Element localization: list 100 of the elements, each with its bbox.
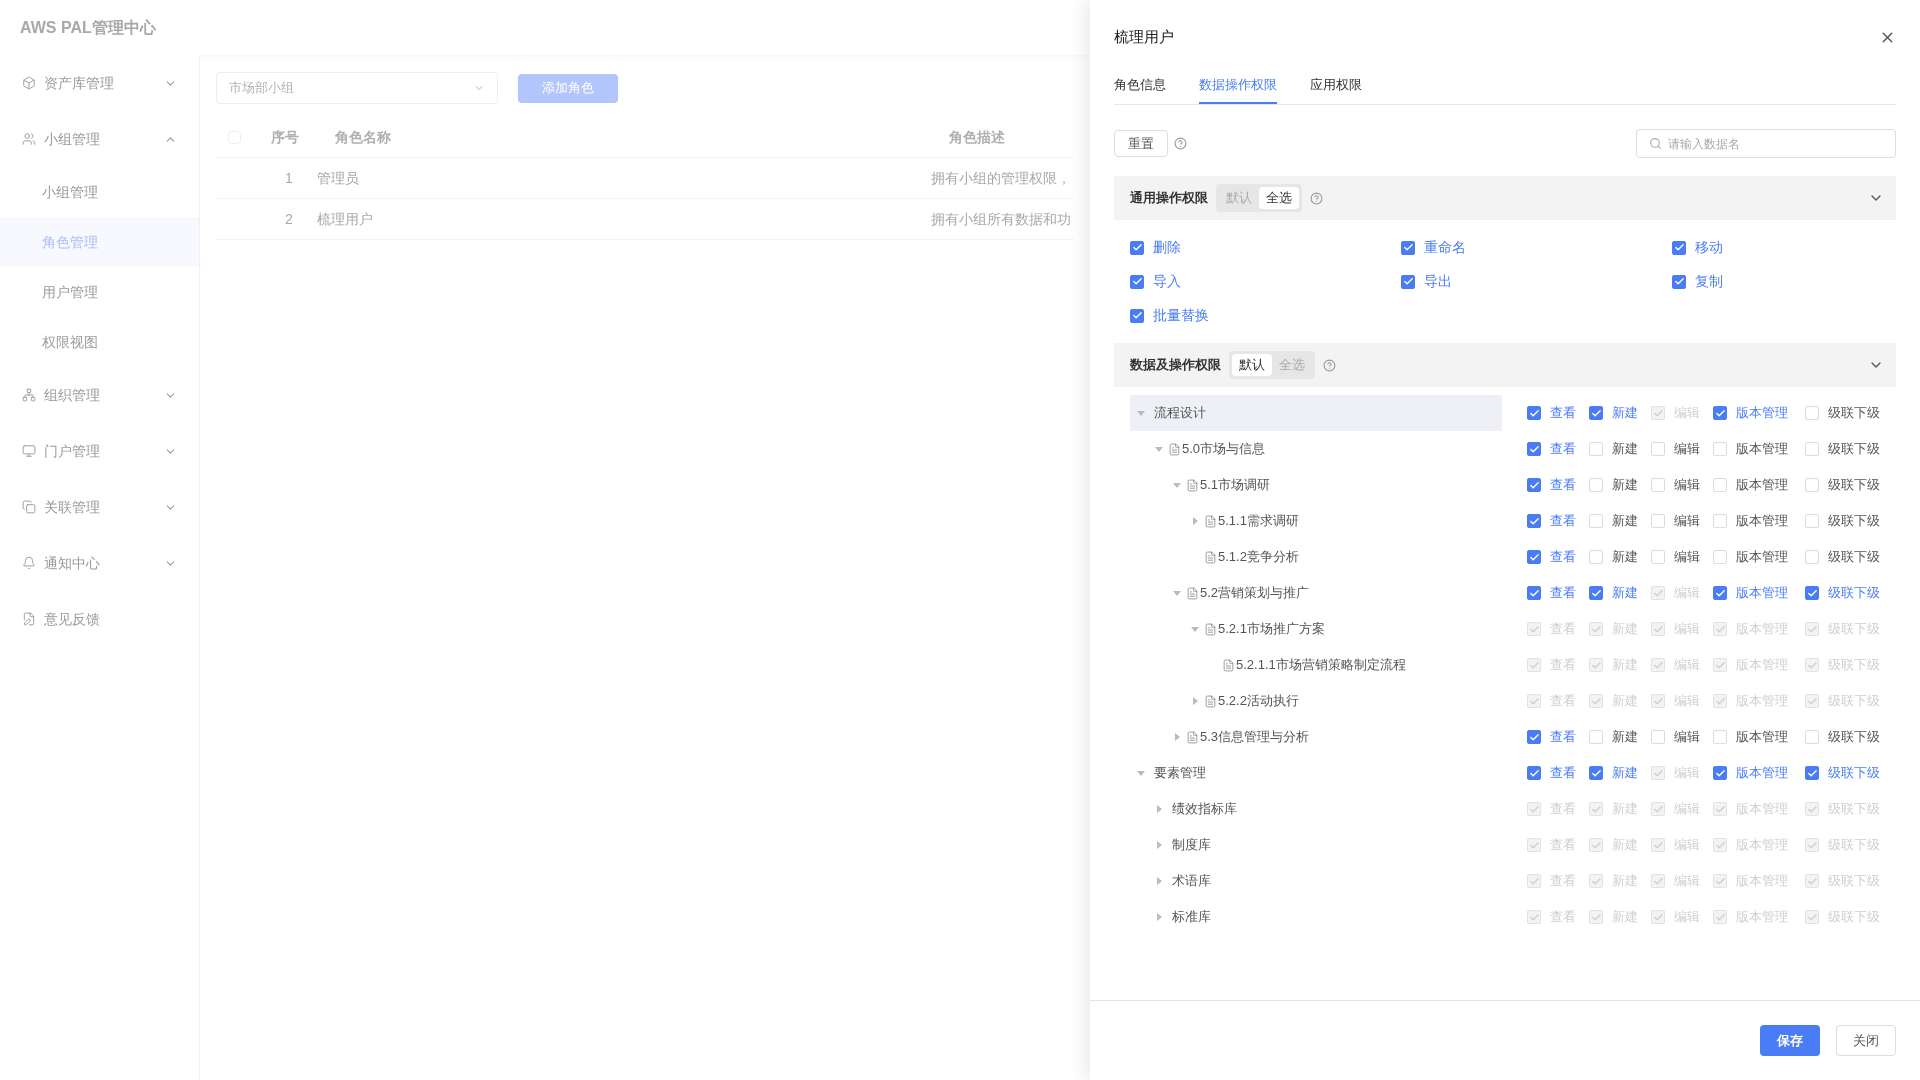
permission-option[interactable]: 导入 bbox=[1130, 271, 1401, 292]
checkbox[interactable] bbox=[1527, 586, 1541, 600]
sidebar-item[interactable]: 组织管理 bbox=[0, 367, 199, 423]
search-field[interactable]: 请输入数据名 bbox=[1636, 129, 1896, 158]
permission-option[interactable]: 新建 bbox=[1589, 547, 1651, 567]
sidebar-item[interactable]: 门户管理 bbox=[0, 423, 199, 479]
permission-option[interactable]: 重命名 bbox=[1401, 237, 1672, 258]
permission-option[interactable]: 导出 bbox=[1401, 271, 1672, 292]
mode-option[interactable]: 全选 bbox=[1259, 187, 1299, 209]
permission-option[interactable]: 新建 bbox=[1589, 727, 1651, 747]
checkbox[interactable] bbox=[1713, 766, 1727, 780]
permission-option[interactable]: 查看 bbox=[1527, 763, 1589, 783]
permission-option[interactable]: 编辑 bbox=[1651, 475, 1713, 495]
permission-option[interactable]: 编辑 bbox=[1651, 727, 1713, 747]
checkbox[interactable] bbox=[1713, 586, 1727, 600]
checkbox[interactable] bbox=[1401, 274, 1415, 289]
checkbox[interactable] bbox=[1805, 766, 1819, 780]
permission-option[interactable]: 级联下级 bbox=[1805, 475, 1891, 495]
caret-down-icon[interactable] bbox=[1173, 590, 1181, 596]
checkbox[interactable] bbox=[1527, 442, 1541, 456]
checkbox[interactable] bbox=[1527, 550, 1541, 564]
permission-option[interactable]: 版本管理 bbox=[1713, 511, 1805, 531]
checkbox[interactable] bbox=[1527, 514, 1541, 528]
caret-down-icon[interactable] bbox=[1173, 482, 1181, 488]
caret-right-icon[interactable] bbox=[1156, 841, 1162, 849]
checkbox[interactable] bbox=[1527, 730, 1541, 744]
permission-option[interactable]: 版本管理 bbox=[1713, 547, 1805, 567]
save-button[interactable]: 保存 bbox=[1760, 1025, 1820, 1056]
checkbox[interactable] bbox=[1805, 586, 1819, 600]
permission-option[interactable]: 批量替换 bbox=[1130, 305, 1401, 326]
permission-option[interactable]: 复制 bbox=[1672, 271, 1880, 292]
sidebar-item[interactable]: 关联管理 bbox=[0, 479, 199, 535]
checkbox[interactable] bbox=[1527, 406, 1541, 420]
permission-option[interactable]: 版本管理 bbox=[1713, 439, 1805, 459]
sidebar-item[interactable]: 通知中心 bbox=[0, 535, 199, 591]
sidebar-item[interactable]: 意见反馈 bbox=[0, 591, 199, 647]
permission-option[interactable]: 级联下级 bbox=[1805, 511, 1891, 531]
permission-option[interactable]: 新建 bbox=[1589, 403, 1651, 423]
group-select[interactable]: 市场部小组 bbox=[216, 72, 498, 104]
permission-option[interactable]: 版本管理 bbox=[1713, 475, 1805, 495]
permission-option[interactable]: 查看 bbox=[1527, 547, 1589, 567]
caret-right-icon[interactable] bbox=[1156, 877, 1162, 885]
permission-option[interactable]: 查看 bbox=[1527, 403, 1589, 423]
permission-option[interactable]: 新建 bbox=[1589, 475, 1651, 495]
checkbox[interactable] bbox=[1130, 274, 1144, 289]
caret-down-icon[interactable] bbox=[1137, 770, 1145, 776]
caret-right-icon[interactable] bbox=[1156, 913, 1162, 921]
permission-option[interactable]: 新建 bbox=[1589, 763, 1651, 783]
permission-option[interactable]: 删除 bbox=[1130, 237, 1401, 258]
checkbox[interactable] bbox=[1527, 478, 1541, 492]
caret-down-icon[interactable] bbox=[1191, 626, 1199, 632]
permission-option[interactable]: 新建 bbox=[1589, 583, 1651, 603]
permission-option[interactable]: 级联下级 bbox=[1805, 547, 1891, 567]
permission-option[interactable]: 新建 bbox=[1589, 439, 1651, 459]
checkbox[interactable] bbox=[1589, 586, 1603, 600]
checkbox[interactable] bbox=[1527, 766, 1541, 780]
permission-option[interactable]: 查看 bbox=[1527, 583, 1589, 603]
caret-right-icon[interactable] bbox=[1156, 805, 1162, 813]
search-input[interactable]: 请输入数据名 bbox=[1668, 130, 1883, 157]
permission-option[interactable]: 级联下级 bbox=[1805, 403, 1891, 423]
permission-option[interactable]: 版本管理 bbox=[1713, 403, 1805, 423]
checkbox[interactable] bbox=[1130, 308, 1144, 323]
caret-right-icon[interactable] bbox=[1192, 697, 1198, 705]
caret-down-icon[interactable] bbox=[1137, 410, 1145, 416]
permission-option[interactable]: 级联下级 bbox=[1805, 763, 1891, 783]
permission-option[interactable]: 级联下级 bbox=[1805, 727, 1891, 747]
sidebar-subitem[interactable]: 权限视图 bbox=[0, 317, 199, 367]
permission-option[interactable]: 编辑 bbox=[1651, 547, 1713, 567]
tree-node[interactable]: 流程设计 bbox=[1130, 395, 1502, 431]
permission-option[interactable]: 查看 bbox=[1527, 439, 1589, 459]
permission-option[interactable]: 编辑 bbox=[1651, 439, 1713, 459]
permission-option[interactable]: 级联下级 bbox=[1805, 583, 1891, 603]
permission-option[interactable]: 查看 bbox=[1527, 511, 1589, 531]
permission-option[interactable]: 新建 bbox=[1589, 511, 1651, 531]
sidebar-item[interactable]: 小组管理 bbox=[0, 111, 199, 167]
tab[interactable]: 角色信息 bbox=[1114, 74, 1166, 104]
checkbox[interactable] bbox=[1130, 240, 1144, 255]
sidebar-subitem[interactable]: 小组管理 bbox=[0, 167, 199, 217]
tab[interactable]: 数据操作权限 bbox=[1199, 74, 1277, 104]
checkbox[interactable] bbox=[1672, 240, 1686, 255]
permission-option[interactable]: 版本管理 bbox=[1713, 763, 1805, 783]
permission-option[interactable]: 版本管理 bbox=[1713, 727, 1805, 747]
tab[interactable]: 应用权限 bbox=[1310, 74, 1362, 104]
caret-right-icon[interactable] bbox=[1192, 517, 1198, 525]
sidebar-subitem[interactable]: 用户管理 bbox=[0, 267, 199, 317]
mode-option[interactable]: 默认 bbox=[1232, 354, 1272, 376]
checkbox[interactable] bbox=[1401, 240, 1415, 255]
permission-option[interactable]: 移动 bbox=[1672, 237, 1880, 258]
checkbox[interactable] bbox=[1672, 274, 1686, 289]
permission-option[interactable]: 版本管理 bbox=[1713, 583, 1805, 603]
caret-right-icon[interactable] bbox=[1174, 733, 1180, 741]
close-button[interactable]: 关闭 bbox=[1836, 1025, 1896, 1056]
caret-down-icon[interactable] bbox=[1155, 446, 1163, 452]
sidebar-item[interactable]: 资产库管理 bbox=[0, 55, 199, 111]
checkbox[interactable] bbox=[1713, 406, 1727, 420]
checkbox[interactable] bbox=[1589, 406, 1603, 420]
checkbox[interactable] bbox=[1589, 766, 1603, 780]
reset-button[interactable]: 重置 bbox=[1114, 130, 1168, 157]
permission-option[interactable]: 查看 bbox=[1527, 727, 1589, 747]
permission-option[interactable]: 查看 bbox=[1527, 475, 1589, 495]
